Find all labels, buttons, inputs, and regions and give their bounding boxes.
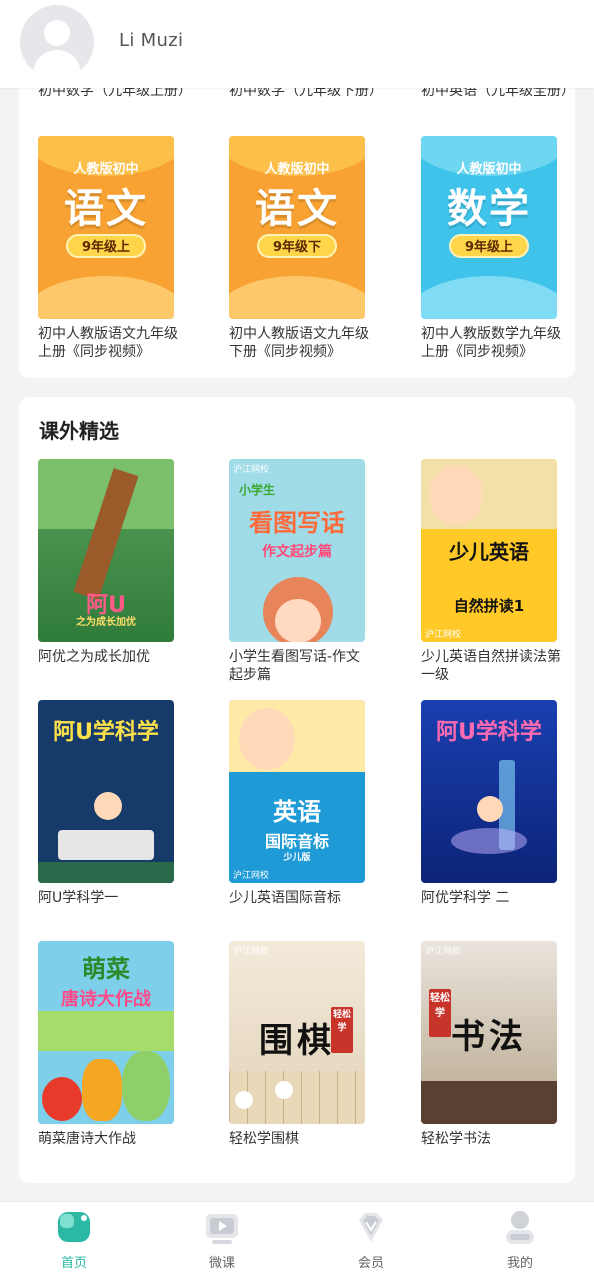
course-cover[interactable]: 沪江网校 小学生 看图写话 作文起步篇 (229, 459, 365, 642)
course-item[interactable]: 沪江网校 围棋 轻松学 轻松学围棋 (229, 941, 365, 1148)
cover-tag: 少儿版 (283, 853, 311, 863)
course-item[interactable]: 人教版初中 数学 9年级上 初中人教版数学九年级上册《同步视频》 (421, 136, 561, 361)
cover-title: 看图写话 (249, 509, 345, 537)
cover-subject: 语文 (64, 186, 148, 232)
section-title: 课外精选 (39, 419, 119, 443)
course-title: 阿优之为成长加优 (38, 649, 150, 665)
cover-grade-badge: 9年级上 (66, 234, 146, 258)
cover-subject: 语文 (255, 186, 339, 232)
course-cover[interactable]: 人教版初中 语文 9年级上 (38, 136, 174, 319)
course-cover[interactable]: 阿U学科学 (38, 700, 174, 883)
course-cover[interactable]: 人教版初中 数学 9年级上 (421, 136, 557, 319)
cover-publisher: 人教版初中 (264, 162, 330, 177)
tab-home[interactable]: 首页 (0, 1202, 148, 1280)
cover-title: 阿U学科学 (53, 720, 159, 745)
brand-label: 沪江网校 (233, 947, 270, 957)
course-cover[interactable]: 英语 国际音标 少儿版 沪江网校 (229, 700, 365, 883)
profile-header: Li Muzi (0, 0, 594, 88)
cover-tag: 轻松学 (332, 1010, 351, 1033)
profile-icon (506, 1211, 534, 1244)
cover-grade-badge: 9年级下 (257, 234, 337, 258)
course-title: 少儿英语自然拼读法第一级 (421, 649, 561, 683)
tab-micro-course[interactable]: 微课 (148, 1202, 296, 1280)
cover-title: 少儿英语 (449, 540, 529, 564)
cover-publisher: 人教版初中 (73, 162, 139, 177)
course-title: 轻松学书法 (421, 1131, 491, 1147)
course-item[interactable]: 人教版初中 语文 9年级上 初中人教版语文九年级上册《同步视频》 (38, 136, 178, 361)
course-title: 小学生看图写话-作文起步篇 (229, 649, 361, 683)
tab-label: 首页 (60, 1256, 87, 1271)
cover-subtitle: 之为成长加优 (76, 617, 136, 628)
course-title: 阿U学科学一 (38, 890, 119, 906)
course-item[interactable]: 少儿英语 自然拼读1 沪江网校 少儿英语自然拼读法第一级 (421, 459, 561, 684)
tab-label: 微课 (208, 1256, 235, 1271)
home-icon (58, 1212, 90, 1242)
brand-label: 沪江网校 (233, 465, 270, 475)
bottom-tab-bar: 首页 微课 会员 我的 (0, 1201, 594, 1280)
cover-subject: 数学 (447, 186, 531, 232)
course-title: 初中人教版语文九年级上册《同步视频》 (38, 326, 178, 360)
cover-tag: 小学生 (239, 483, 276, 497)
course-cover[interactable]: 阿U学科学 (421, 700, 557, 883)
cover-subtitle: 唐诗大作战 (61, 989, 151, 1010)
course-title: 少儿英语国际音标 (229, 890, 341, 906)
course-item[interactable]: 萌菜 唐诗大作战 萌菜唐诗大作战 (38, 941, 174, 1148)
cover-title: 阿U学科学 (436, 720, 542, 745)
course-title: 萌菜唐诗大作战 (38, 1131, 136, 1147)
course-title: 初中人教版语文九年级下册《同步视频》 (229, 326, 369, 360)
avatar[interactable] (20, 5, 94, 79)
course-item[interactable]: 英语 国际音标 少儿版 沪江网校 少儿英语国际音标 (229, 700, 365, 907)
course-cover[interactable]: 萌菜 唐诗大作战 (38, 941, 174, 1124)
course-cover[interactable]: 人教版初中 语文 9年级下 (229, 136, 365, 319)
cover-title: 萌菜 (82, 955, 130, 983)
course-item[interactable]: 沪江网校 小学生 看图写话 作文起步篇 小学生看图写话-作文起步篇 (229, 459, 365, 684)
course-title: 轻松学围棋 (229, 1131, 299, 1147)
cover-title: 英语 (273, 798, 321, 826)
cover-subtitle: 作文起步篇 (262, 544, 332, 560)
cover-title: 书法 (451, 1017, 527, 1057)
course-title: 阿优学科学 二 (421, 890, 510, 906)
course-item[interactable]: 阿U 之为成长加优 阿优之为成长加优 (38, 459, 174, 666)
course-item[interactable]: 阿U学科学 阿U学科学一 (38, 700, 174, 907)
course-cover[interactable]: 少儿英语 自然拼读1 沪江网校 (421, 459, 557, 642)
cover-subtitle: 自然拼读1 (453, 597, 525, 615)
course-item[interactable]: 沪江网校 轻松学 书法 轻松学书法 (421, 941, 557, 1148)
cover-publisher: 人教版初中 (456, 162, 522, 177)
username[interactable]: Li Muzi (119, 30, 183, 51)
course-cover[interactable]: 阿U 之为成长加优 (38, 459, 174, 642)
default-avatar-icon (44, 20, 70, 46)
course-item[interactable]: 阿U学科学 阿优学科学 二 (421, 700, 557, 907)
tab-label: 我的 (506, 1256, 533, 1271)
course-cover[interactable]: 沪江网校 轻松学 书法 (421, 941, 557, 1124)
course-cover[interactable]: 沪江网校 围棋 轻松学 (229, 941, 365, 1124)
cover-subtitle: 国际音标 (264, 832, 329, 851)
extracurricular-card: 课外精选 阿U 之为成长加优 阿优之为成长加优 沪江网校 小学生 看图写话 作文… (19, 397, 575, 1183)
video-icon (206, 1214, 238, 1244)
sync-course-card: 初中数学（九年级上册） 初中数学（九年级下册） 初中英语（九年级全册） 人教版初… (19, 60, 575, 378)
brand-label: 沪江网校 (233, 871, 270, 881)
brand-label: 沪江网校 (425, 630, 462, 640)
course-item[interactable]: 人教版初中 语文 9年级下 初中人教版语文九年级下册《同步视频》 (229, 136, 369, 361)
course-title: 初中人教版数学九年级上册《同步视频》 (421, 326, 561, 360)
tab-label: 会员 (357, 1256, 384, 1271)
diamond-icon (359, 1213, 383, 1242)
brand-label: 沪江网校 (425, 947, 462, 957)
cover-grade-badge: 9年级上 (449, 234, 529, 258)
tab-membership[interactable]: 会员 (297, 1202, 445, 1280)
tab-mine[interactable]: 我的 (446, 1202, 594, 1280)
